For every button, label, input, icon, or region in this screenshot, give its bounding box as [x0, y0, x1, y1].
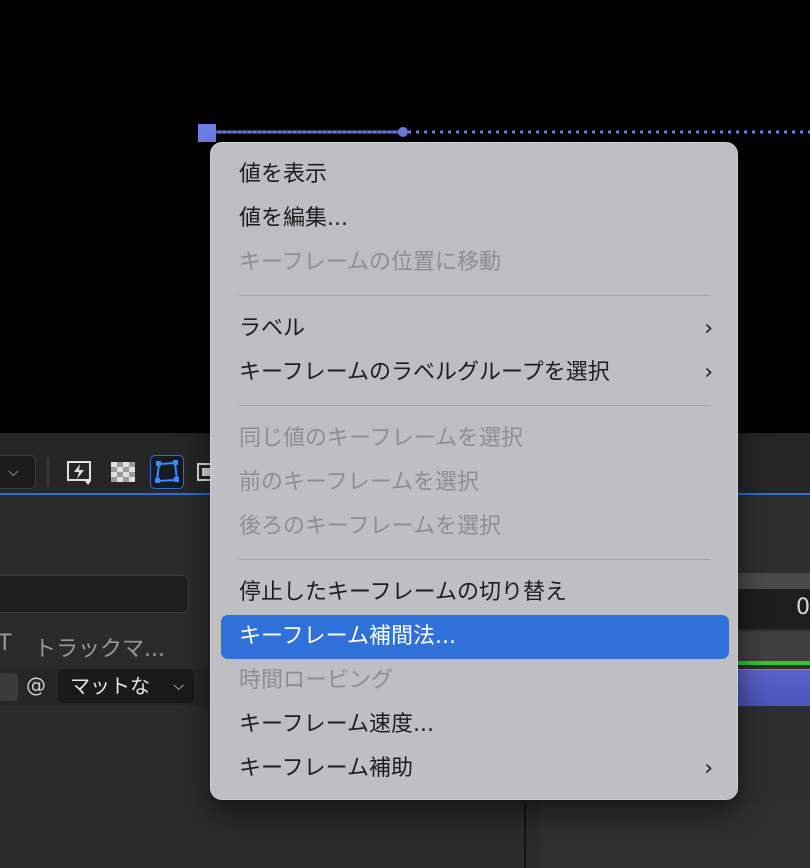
- menu-separator: [239, 295, 711, 296]
- path-vertex[interactable]: [398, 127, 408, 137]
- menu-item-keyframe-assistant[interactable]: キーフレーム補助 ›: [221, 747, 729, 791]
- menu-item-go-to-keyframe-time: キーフレームの位置に移動: [239, 250, 502, 275]
- time-ruler[interactable]: [738, 573, 810, 589]
- fast-preview-icon: [67, 461, 91, 485]
- menu-separator: [239, 405, 711, 406]
- column-track-matte-label[interactable]: トラックマ...: [34, 631, 165, 663]
- layer-row[interactable]: @ マットな ⌵: [0, 669, 230, 705]
- composition-dropdown[interactable]: ⌵: [0, 455, 36, 489]
- track-matte-select[interactable]: マットな ⌵: [58, 669, 194, 703]
- keyframe-handle[interactable]: [198, 124, 216, 142]
- menu-item-rove-across-time: 時間ロービング: [239, 668, 394, 693]
- menu-item-show-value[interactable]: 値を表示: [221, 153, 729, 197]
- layer-duration-bar[interactable]: [738, 669, 810, 706]
- menu-item-select-equal-keyframes: 同じ値のキーフレームを選択: [239, 426, 524, 451]
- keyframe-context-menu: 値を表示 値を編集... キーフレームの位置に移動 ラベル › キーフレームのラ…: [210, 142, 738, 800]
- fast-preview-button[interactable]: [62, 455, 96, 489]
- toolbar-divider: [47, 457, 49, 487]
- layer-switch[interactable]: [0, 673, 18, 701]
- chevron-right-icon: ›: [704, 360, 713, 385]
- panel-divider[interactable]: [524, 803, 526, 868]
- menu-item-select-following-keyframes: 後ろのキーフレームを選択: [239, 514, 502, 539]
- menu-item-keyframe-velocity[interactable]: キーフレーム速度...: [221, 703, 729, 747]
- mask-path-icon: [155, 460, 179, 483]
- transparency-grid-button[interactable]: [106, 455, 140, 489]
- chevron-right-icon: ›: [704, 756, 713, 781]
- layer-search-field[interactable]: [0, 575, 189, 613]
- chevron-down-icon: ⌵: [173, 678, 184, 694]
- time-readout: 0: [796, 595, 810, 620]
- chevron-right-icon: ›: [704, 316, 713, 341]
- menu-item-select-label-group[interactable]: キーフレームのラベルグループを選択 ›: [221, 351, 729, 395]
- chevron-down-icon: ⌵: [8, 464, 19, 480]
- time-ruler-labels: 0: [738, 589, 810, 629]
- mask-path-visibility-button[interactable]: [150, 455, 184, 489]
- menu-separator: [239, 559, 711, 560]
- menu-item-label[interactable]: ラベル ›: [221, 307, 729, 351]
- work-area-bar[interactable]: [738, 631, 810, 661]
- checkerboard-icon: [111, 462, 135, 482]
- column-t-label: T: [0, 631, 12, 656]
- menu-item-toggle-hold-keyframe[interactable]: 停止したキーフレームの切り替え: [221, 571, 729, 615]
- menu-item-select-previous-keyframes: 前のキーフレームを選択: [239, 470, 480, 495]
- render-cache-bar: [738, 661, 810, 665]
- menu-item-edit-value[interactable]: 値を編集...: [221, 197, 729, 241]
- menu-item-keyframe-interpolation[interactable]: キーフレーム補間法...: [221, 615, 729, 659]
- matte-link-icon[interactable]: @: [26, 673, 46, 697]
- graph-area: [540, 803, 810, 868]
- track-matte-value: マットな: [70, 674, 150, 698]
